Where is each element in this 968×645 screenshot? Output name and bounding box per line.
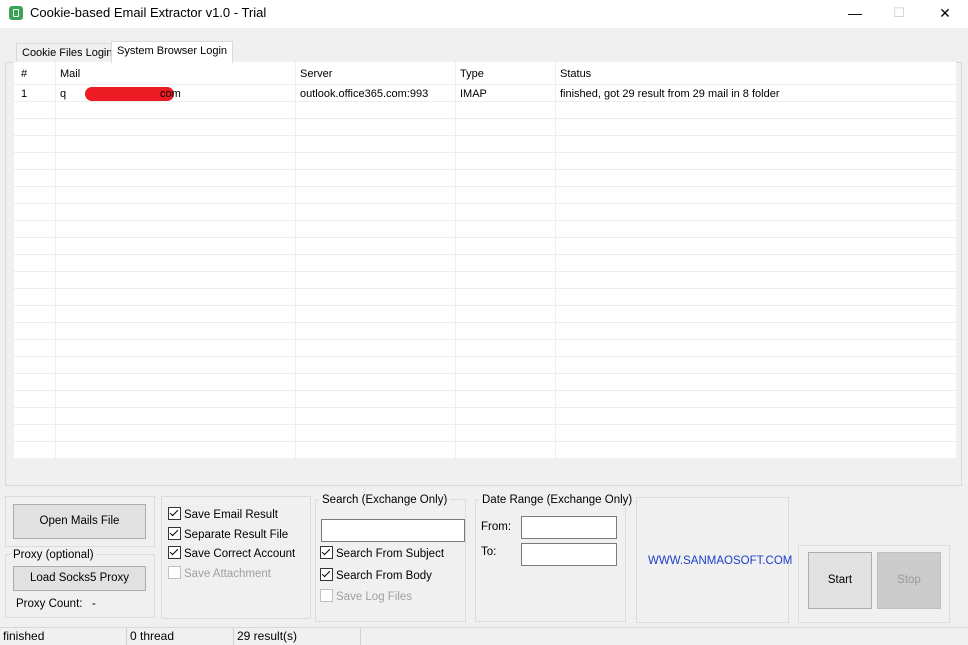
proxy-group-label: Proxy (optional)	[10, 548, 97, 562]
checkbox-unchecked-icon	[320, 589, 333, 602]
grid-row-divider	[14, 407, 956, 408]
status-state: finished	[0, 628, 127, 645]
date-range-group-label: Date Range (Exchange Only)	[479, 493, 636, 507]
column-header-server[interactable]: Server	[300, 66, 332, 82]
app-icon	[9, 6, 23, 20]
grid-col-divider	[455, 62, 456, 458]
grid-row-divider	[14, 322, 956, 323]
stop-button[interactable]: Stop	[877, 552, 941, 609]
grid-row-divider	[14, 237, 956, 238]
row-1-type: IMAP	[460, 88, 487, 100]
minimize-button[interactable]: —	[832, 0, 878, 28]
grid-row-divider	[14, 441, 956, 442]
grid-row-divider	[14, 339, 956, 340]
grid-row-divider	[14, 288, 956, 289]
grid-col-divider	[295, 62, 296, 458]
grid-row-divider	[14, 84, 956, 85]
checkbox-checked-icon	[168, 527, 181, 540]
checkbox-checked-icon	[320, 568, 333, 581]
maximize-button[interactable]: ☐	[876, 0, 922, 28]
search-input[interactable]	[321, 519, 465, 542]
tab-system-browser-login[interactable]: System Browser Login	[111, 41, 234, 63]
row-1-status: finished, got 29 result from 29 mail in …	[560, 88, 780, 100]
grid-row-divider	[14, 186, 956, 187]
save-email-result-checkbox[interactable]: Save Email Result	[168, 507, 278, 523]
column-header-status[interactable]: Status	[560, 66, 591, 82]
date-to-input[interactable]	[521, 543, 617, 566]
date-from-input[interactable]	[521, 516, 617, 539]
status-threads: 0 thread	[127, 628, 234, 645]
row-1-num: 1	[21, 88, 28, 100]
grid-row-divider	[14, 135, 956, 136]
grid-row-divider	[14, 373, 956, 374]
column-header-num[interactable]: #	[21, 66, 27, 82]
grid-row-divider	[14, 254, 956, 255]
tab-cookie-files-login[interactable]: Cookie Files Login	[16, 43, 119, 63]
grid-row-divider	[14, 220, 956, 221]
status-results: 29 result(s)	[234, 628, 361, 645]
website-link[interactable]: WWW.SANMAOSOFT.COM	[648, 555, 792, 567]
search-from-body-checkbox[interactable]: Search From Body	[320, 568, 432, 584]
row-1-mail-end: com	[160, 88, 181, 100]
close-button[interactable]: ✕	[922, 0, 968, 28]
separate-result-file-checkbox[interactable]: Separate Result File	[168, 527, 288, 543]
open-mails-file-button[interactable]: Open Mails File	[13, 504, 146, 539]
proxy-count-value: -	[92, 598, 96, 610]
results-grid[interactable]: # Mail Server Type Status 1 q com outloo…	[14, 62, 956, 458]
checkbox-unchecked-icon	[168, 566, 181, 579]
column-header-type[interactable]: Type	[460, 66, 484, 82]
proxy-count-label: Proxy Count:	[16, 598, 83, 610]
search-from-subject-label: Search From Subject	[336, 548, 445, 560]
grid-row-divider	[14, 271, 956, 272]
grid-row-divider	[14, 356, 956, 357]
separate-result-file-label: Separate Result File	[184, 529, 289, 541]
save-correct-account-checkbox[interactable]: Save Correct Account	[168, 546, 295, 562]
date-from-label: From:	[481, 521, 512, 533]
save-attachment-checkbox[interactable]: Save Attachment	[168, 566, 271, 582]
save-email-result-label: Save Email Result	[184, 509, 278, 521]
grid-row-divider	[14, 305, 956, 306]
search-group-label: Search (Exchange Only)	[319, 493, 451, 507]
search-from-subject-checkbox[interactable]: Search From Subject	[320, 546, 444, 562]
start-button[interactable]: Start	[808, 552, 872, 609]
grid-col-divider	[555, 62, 556, 458]
grid-row-divider	[14, 424, 956, 425]
save-log-files-checkbox[interactable]: Save Log Files	[320, 589, 412, 605]
row-1-server: outlook.office365.com:993	[300, 88, 429, 100]
load-socks5-proxy-button[interactable]: Load Socks5 Proxy	[13, 566, 146, 591]
checkbox-checked-icon	[320, 546, 333, 559]
save-attachment-label: Save Attachment	[184, 568, 271, 580]
window-title: Cookie-based Email Extractor v1.0 - Tria…	[30, 5, 267, 20]
grid-row-divider	[14, 390, 956, 391]
grid-row-divider	[14, 169, 956, 170]
row-1-mail-start: q	[60, 88, 67, 100]
save-correct-account-label: Save Correct Account	[184, 548, 296, 560]
search-from-body-label: Search From Body	[336, 570, 432, 582]
date-to-label: To:	[481, 546, 497, 558]
grid-row-divider	[14, 152, 956, 153]
column-header-mail[interactable]: Mail	[60, 66, 80, 82]
grid-row-divider	[14, 203, 956, 204]
grid-row-divider	[14, 118, 956, 119]
save-log-files-label: Save Log Files	[336, 591, 413, 603]
checkbox-checked-icon	[168, 507, 181, 520]
checkbox-checked-icon	[168, 546, 181, 559]
grid-col-divider	[55, 62, 56, 458]
